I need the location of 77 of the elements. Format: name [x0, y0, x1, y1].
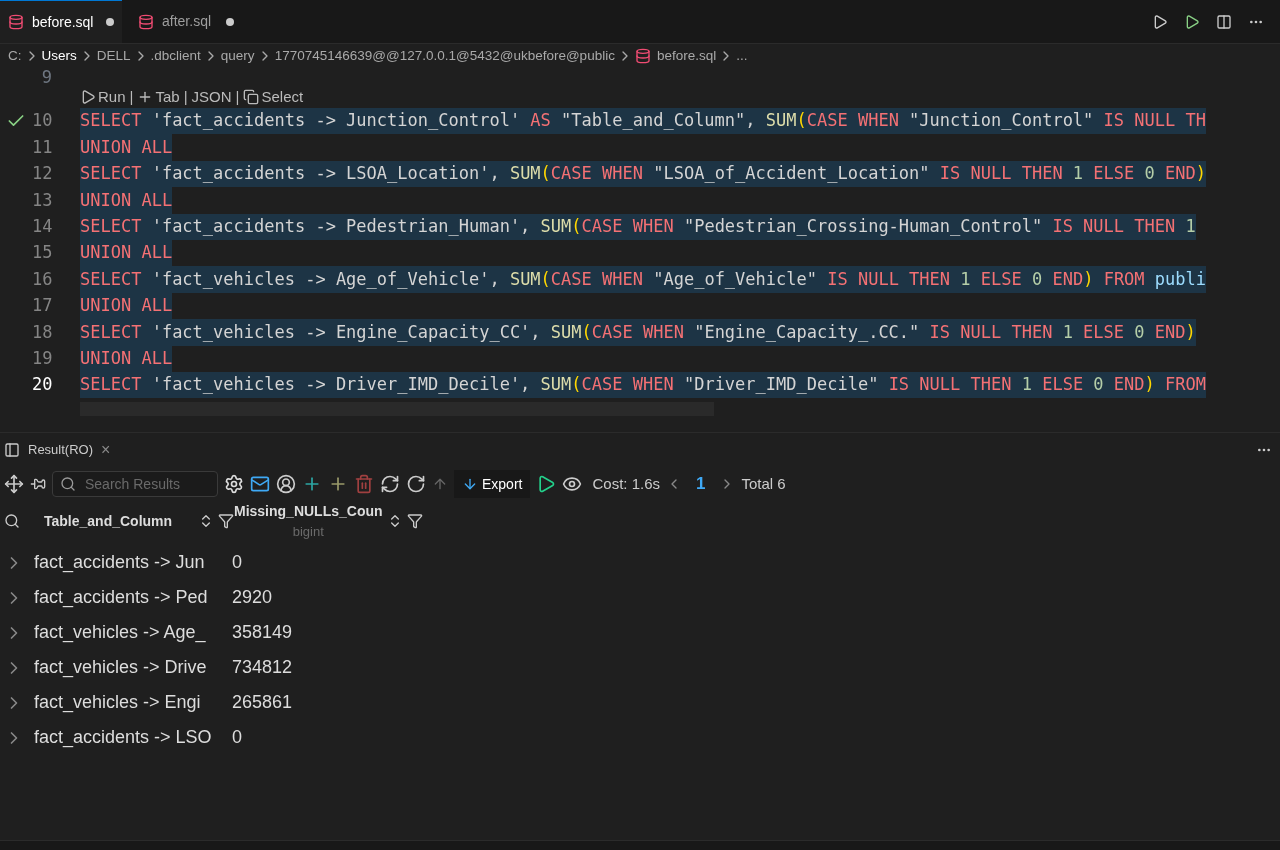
trash-icon[interactable] — [354, 474, 374, 494]
breadcrumb-item[interactable]: DELL — [96, 45, 131, 67]
column-header[interactable]: Table_and_Column — [44, 510, 173, 532]
move-icon[interactable] — [4, 474, 24, 494]
user-icon[interactable] — [276, 474, 296, 494]
line-number: 14 — [32, 215, 52, 238]
line-number: 17 — [32, 294, 52, 318]
editor-tab[interactable]: after.sql — [122, 0, 250, 43]
breadcrumb-item[interactable]: Users — [41, 45, 77, 67]
database-icon — [634, 48, 651, 64]
copy-icon — [243, 89, 260, 105]
column-type: bigint — [292, 522, 324, 541]
table-cell-text: 734812 — [232, 656, 293, 679]
settings-icon[interactable] — [224, 474, 244, 494]
search-icon[interactable] — [4, 513, 20, 529]
column-header[interactable]: Missing_NULLs_Coun — [234, 500, 383, 522]
database-icon — [138, 13, 154, 30]
pin-icon[interactable] — [30, 476, 46, 492]
codelens-link[interactable]: JSON — [191, 85, 232, 109]
export-button[interactable]: Export — [454, 470, 531, 498]
panel-icon — [4, 442, 20, 458]
split-editor-icon[interactable] — [1216, 13, 1232, 30]
mail-icon[interactable] — [250, 474, 270, 494]
tab-label: before.sql — [32, 12, 94, 32]
codelens-link[interactable]: Run — [80, 85, 126, 109]
page-number: 1 — [695, 473, 707, 496]
run-icon[interactable] — [1184, 13, 1200, 30]
separator: | — [235, 86, 240, 107]
run-icon[interactable] — [536, 474, 557, 494]
refresh-icon[interactable] — [380, 474, 400, 494]
breadcrumb-item[interactable]: query — [220, 45, 255, 67]
line-number: 10 — [32, 109, 52, 133]
codelens-link[interactable]: Tab — [137, 85, 180, 109]
run-icon[interactable] — [1152, 13, 1168, 30]
line-number: 13 — [32, 188, 52, 212]
separator: | — [183, 86, 188, 107]
eye-icon[interactable] — [562, 474, 583, 494]
table-cell-text: fact_vehicles -> Drive — [34, 656, 208, 680]
arrow-down-icon — [462, 476, 478, 492]
codelens-link[interactable]: Select — [243, 85, 304, 109]
database-icon — [8, 14, 24, 30]
breadcrumb-item[interactable]: ... — [736, 45, 748, 67]
close-icon[interactable]: × — [101, 438, 111, 462]
table-cell-text: fact_accidents -> LSO — [34, 726, 213, 750]
breadcrumb-item[interactable]: .dbclient — [150, 45, 201, 67]
separator: | — [129, 86, 134, 107]
table-cell-text: fact_vehicles -> Age_ — [34, 621, 207, 645]
line-number: 18 — [32, 320, 52, 344]
breadcrumb-item[interactable]: C: — [8, 45, 22, 67]
filter-icon[interactable] — [406, 513, 423, 529]
panel-tab[interactable]: Result(RO) × — [0, 438, 115, 462]
line-number: 16 — [32, 267, 52, 291]
table-cell-text: 0 — [232, 551, 242, 574]
run-icon — [80, 89, 96, 105]
line-number: 9 — [40, 68, 52, 86]
rotate-icon[interactable] — [406, 474, 426, 494]
search-icon — [60, 476, 76, 492]
cost-label: Cost: 1.6s — [592, 473, 660, 494]
editor-tab[interactable]: before.sql — [0, 0, 122, 43]
search-field[interactable]: Search Results — [52, 471, 218, 497]
table-cell-text: 358149 — [232, 621, 293, 644]
tab-label: after.sql — [162, 12, 212, 31]
line-number: 15 — [32, 241, 52, 265]
line-number: 12 — [32, 162, 52, 186]
breadcrumb-item[interactable]: 1770745146639@@127.0.0.1@5432@ukbefore@public — [274, 45, 615, 67]
line-number: 19 — [32, 346, 52, 370]
table-cell-text: fact_accidents -> Ped — [34, 586, 209, 610]
breadcrumb-item[interactable]: before.sql — [656, 45, 717, 67]
line-number: 11 — [32, 135, 52, 159]
line-number: 20 — [32, 373, 52, 397]
table-cell-text: 265861 — [232, 691, 293, 714]
table-cell-text: 2920 — [232, 586, 273, 609]
filter-icon[interactable] — [218, 513, 234, 529]
table-cell-text: 0 — [232, 726, 242, 749]
table-cell-text: fact_vehicles -> Engi — [34, 691, 202, 715]
table-cell-text: fact_accidents -> Jun — [34, 551, 206, 575]
total-label: Total 6 — [741, 473, 786, 494]
